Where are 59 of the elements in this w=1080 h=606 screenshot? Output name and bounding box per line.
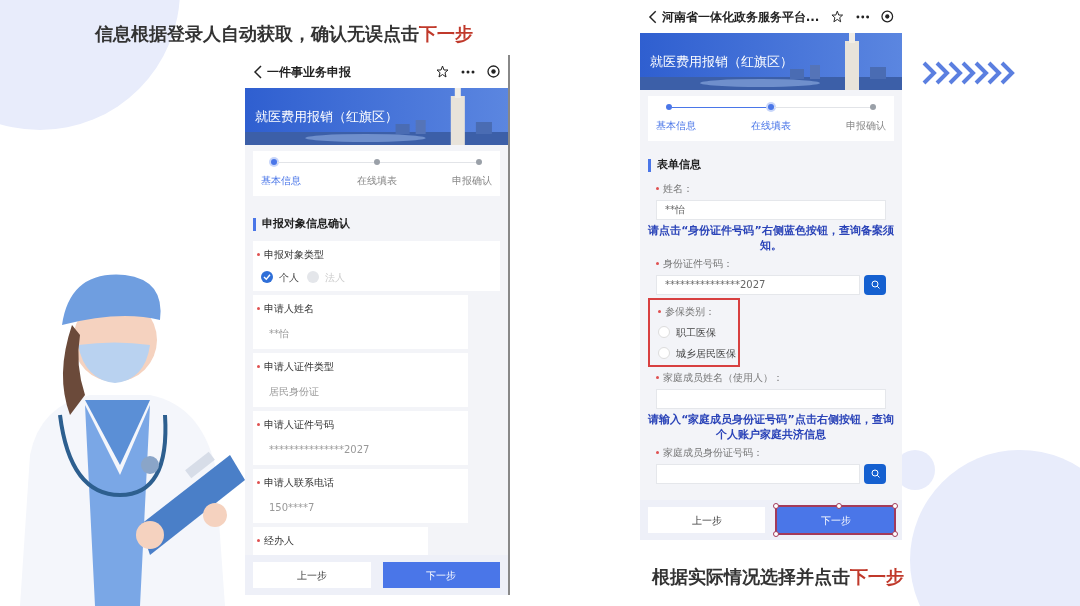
input-field[interactable]: ***************2027	[656, 274, 860, 295]
field-label: 申请人证件类型	[264, 359, 334, 374]
banner-title: 就医费用报销（红旗区）	[650, 53, 793, 71]
field-label: 申请人联系电话	[264, 475, 334, 490]
back-icon[interactable]	[648, 9, 658, 24]
back-button[interactable]: 上一步	[648, 507, 765, 533]
star-icon[interactable]	[436, 65, 449, 78]
field-label: 申报对象类型	[264, 247, 324, 262]
radio-button[interactable]	[658, 326, 670, 338]
star-icon[interactable]	[831, 10, 844, 23]
back-icon[interactable]	[253, 64, 263, 79]
step-label: 申报确认	[452, 174, 492, 188]
input-field[interactable]	[656, 463, 860, 484]
option-label[interactable]: 职工医保	[676, 324, 716, 340]
input-field[interactable]: **怡	[656, 199, 886, 220]
input-field[interactable]	[656, 388, 886, 409]
notice-text: 请输入“家庭成员身份证号码”点击右侧按钮，查询个人账户家庭共济信息	[647, 411, 895, 442]
section-marker	[648, 158, 651, 172]
section-marker	[253, 217, 256, 231]
form-field[interactable]: 申请人证件号码 ***************2027	[253, 410, 468, 465]
step-label: 在线填表	[356, 174, 397, 188]
banner-title: 就医费用报销（红旗区）	[255, 108, 398, 126]
step-label: 在线填表	[751, 119, 791, 133]
section-title: 申报对象信息确认	[262, 216, 350, 232]
caption-highlight: 下一步	[419, 22, 473, 46]
field-label: 身份证件号码：	[663, 256, 733, 271]
search-button[interactable]	[864, 274, 886, 295]
search-icon[interactable]	[870, 469, 880, 478]
option-label[interactable]: 城乡居民医保	[676, 345, 736, 361]
form-field[interactable]: 申请人姓名 **怡	[253, 294, 468, 349]
field-label: 家庭成员身份证号码：	[663, 445, 763, 460]
field-label: 姓名：	[663, 181, 693, 196]
caption-text: 根据实际情况选择并点击	[652, 565, 850, 589]
caption-highlight: 下一步	[850, 565, 904, 589]
form-field[interactable]: 申请人联系电话 150****7	[253, 468, 468, 523]
page-title: 一件事业务申报	[267, 63, 352, 81]
target-icon[interactable]	[487, 65, 500, 78]
step-label: 基本信息	[656, 119, 696, 133]
field-label: 参保类别：	[665, 304, 715, 319]
back-button[interactable]: 上一步	[253, 562, 371, 588]
target-icon[interactable]	[881, 10, 894, 23]
section-title: 表单信息	[657, 157, 701, 173]
more-icon[interactable]	[461, 69, 475, 74]
form-field[interactable]: 申请人证件类型 居民身份证	[253, 352, 468, 407]
page-title: 河南省一体化政务服务平台...	[661, 8, 820, 26]
search-icon[interactable]	[870, 280, 880, 289]
search-button[interactable]	[864, 463, 886, 484]
option-label[interactable]: 个人	[279, 269, 299, 285]
notice-text: 请点击“身份证件号码”右侧蓝色按钮，查询备案须知。	[647, 222, 895, 253]
field-label: 申请人证件号码	[264, 417, 334, 432]
more-icon[interactable]	[855, 14, 870, 19]
radio-button[interactable]	[658, 347, 670, 359]
step-label: 申报确认	[846, 119, 886, 133]
next-button[interactable]: 下一步	[382, 562, 500, 588]
step-label: 基本信息	[261, 174, 301, 188]
field-label: 家庭成员姓名（使用人）：	[663, 370, 783, 385]
caption-text: 信息根据登录人自动获取，确认无误点击	[95, 22, 419, 46]
field-label: 经办人	[264, 533, 294, 548]
field-label: 申请人姓名	[264, 301, 314, 316]
